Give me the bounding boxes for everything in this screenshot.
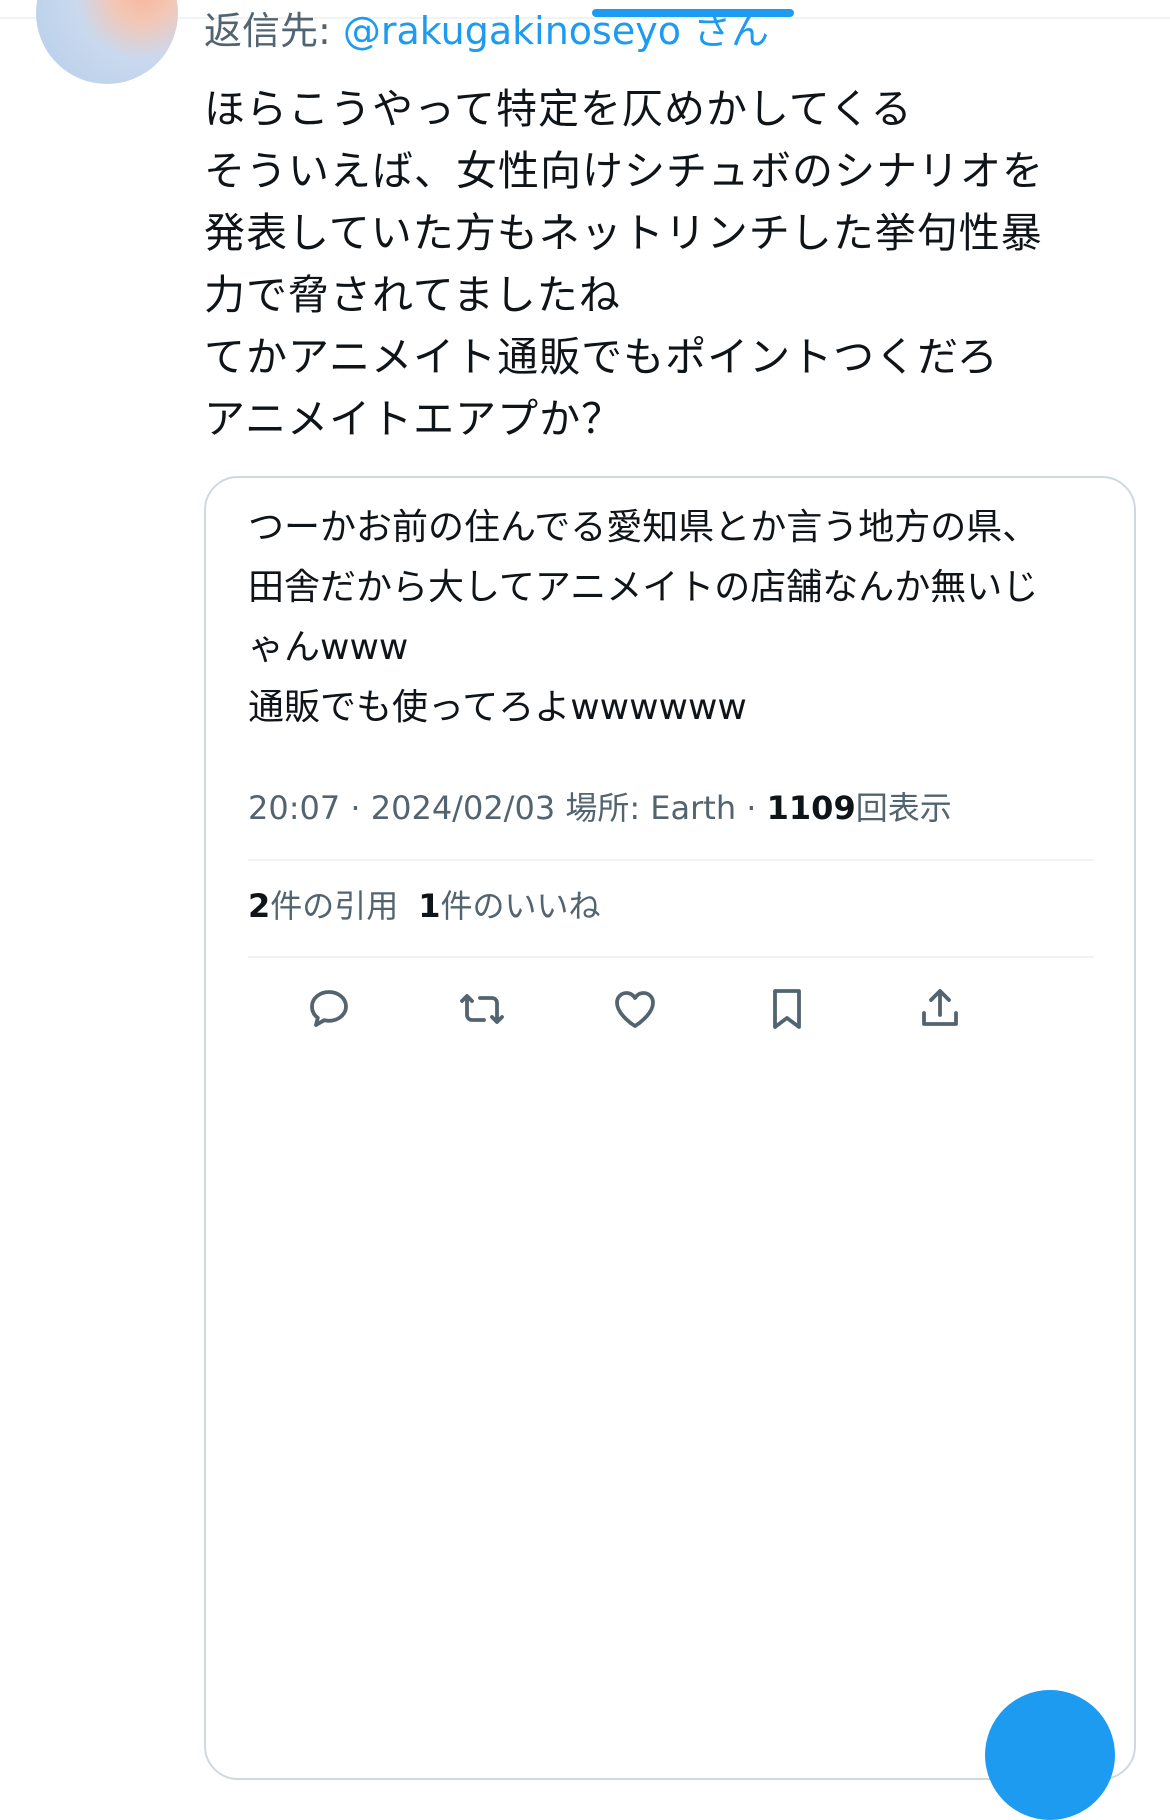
heart-icon: [615, 991, 655, 1028]
reply-button[interactable]: [302, 982, 356, 1036]
bookmark-button[interactable]: [760, 982, 814, 1036]
like-button[interactable]: [608, 982, 662, 1036]
retweet-button[interactable]: [455, 982, 509, 1036]
reply-to-handle-link[interactable]: @rakugakinoseyo: [343, 9, 681, 53]
likes-count: 1: [418, 887, 441, 925]
bookmark-icon: [773, 989, 801, 1029]
divider: [248, 859, 1094, 861]
reply-to-suffix: さん: [680, 9, 770, 53]
views-label: 回表示: [855, 789, 952, 827]
quotes-count: 2: [248, 887, 271, 925]
reply-to-line: 返信先: @rakugakinoseyo さん: [204, 6, 769, 56]
likes-stat[interactable]: 1件のいいね: [418, 887, 600, 925]
compose-button[interactable]: [985, 1690, 1115, 1820]
likes-label: 件のいいね: [440, 887, 601, 925]
timestamp[interactable]: 20:07 · 2024/02/03 場所: Earth ·: [248, 789, 767, 827]
reply-to-prefix: 返信先:: [204, 9, 343, 53]
quoted-tweet-text: つーかお前の住んでる愛知県とか言う地方の県、 田舎だから大してアニメイトの店舗な…: [248, 507, 1039, 728]
tweet-text: ほらこうやって特定を仄めかしてくる そういえば、女性向けシチュボのシナリオを 発…: [204, 85, 1044, 443]
tweet-meta: 20:07 · 2024/02/03 場所: Earth · 1109回表示: [248, 786, 952, 830]
engagement-stats: 2件の引用 1件のいいね: [248, 884, 601, 928]
views-count: 1109: [766, 789, 856, 827]
reply-icon: [310, 990, 348, 1027]
share-icon: [922, 989, 958, 1026]
retweet-icon: [460, 994, 504, 1024]
divider: [248, 956, 1094, 958]
avatar[interactable]: [36, 0, 178, 84]
quotes-label: 件の引用: [270, 887, 399, 925]
share-button[interactable]: [913, 982, 967, 1036]
quoted-tweet-card[interactable]: つーかお前の住んでる愛知県とか言う地方の県、 田舎だから大してアニメイトの店舗な…: [204, 476, 1136, 1780]
action-bar: [248, 978, 1094, 1058]
quotes-stat[interactable]: 2件の引用: [248, 887, 398, 925]
